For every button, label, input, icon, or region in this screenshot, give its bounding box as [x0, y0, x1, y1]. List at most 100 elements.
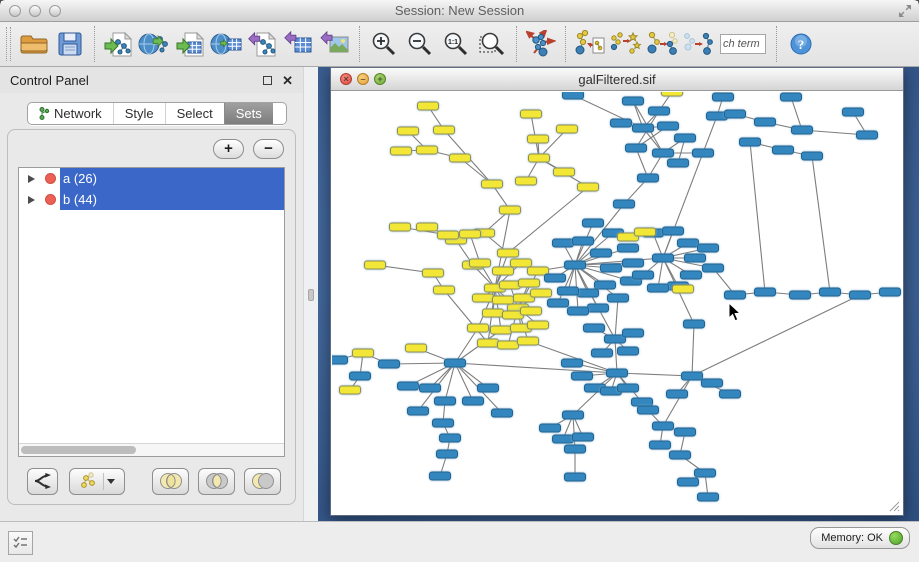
graph-node[interactable]	[653, 254, 674, 262]
graph-node[interactable]	[563, 92, 584, 99]
graph-node[interactable]	[698, 244, 719, 252]
graph-node[interactable]	[588, 304, 609, 312]
network-frame-titlebar[interactable]: × – + galFiltered.sif	[331, 68, 903, 91]
graph-node[interactable]	[511, 259, 532, 267]
graph-node[interactable]	[492, 409, 513, 417]
graph-node[interactable]	[725, 110, 746, 118]
task-history-button[interactable]	[8, 531, 33, 555]
graph-node[interactable]	[591, 249, 612, 257]
graph-node[interactable]	[565, 261, 586, 269]
expander-icon[interactable]	[19, 196, 43, 204]
graph-node[interactable]	[618, 244, 639, 252]
graph-node[interactable]	[781, 93, 802, 101]
graph-node[interactable]	[618, 384, 639, 392]
graph-node[interactable]	[684, 320, 705, 328]
graph-node[interactable]	[518, 337, 539, 345]
network-canvas[interactable]	[332, 92, 902, 514]
graph-node[interactable]	[491, 326, 512, 334]
graph-node[interactable]	[650, 441, 671, 449]
float-panel-icon[interactable]	[263, 76, 272, 85]
graph-node[interactable]	[473, 294, 494, 302]
graph-node[interactable]	[500, 281, 521, 289]
set-row-b[interactable]: b (44)	[19, 189, 284, 210]
fade-unselected-button[interactable]	[680, 25, 716, 63]
graph-node[interactable]	[493, 296, 514, 304]
graph-node[interactable]	[434, 126, 455, 134]
zoom-in-button[interactable]	[366, 25, 402, 63]
graph-node[interactable]	[350, 372, 371, 380]
graph-node[interactable]	[521, 110, 542, 118]
expander-icon[interactable]	[19, 175, 43, 183]
graph-node[interactable]	[450, 154, 471, 162]
graph-node[interactable]	[437, 450, 458, 458]
graph-node[interactable]	[433, 419, 454, 427]
graph-node[interactable]	[531, 289, 552, 297]
graph-node[interactable]	[460, 230, 481, 238]
graph-node[interactable]	[568, 307, 589, 315]
graph-node[interactable]	[420, 384, 441, 392]
zoom-fit-selected-button[interactable]	[474, 25, 510, 63]
graph-node[interactable]	[703, 264, 724, 272]
graph-node[interactable]	[565, 445, 586, 453]
graph-node[interactable]	[583, 219, 604, 227]
frame-close-icon[interactable]: ×	[340, 73, 352, 85]
search-input[interactable]	[720, 34, 766, 54]
graph-node[interactable]	[595, 281, 616, 289]
graph-node[interactable]	[614, 200, 635, 208]
select-from-reference-button[interactable]	[608, 25, 644, 63]
graph-node[interactable]	[698, 493, 719, 501]
graph-node[interactable]	[675, 134, 696, 142]
minimize-window-icon[interactable]	[29, 5, 41, 17]
collapse-handle-icon[interactable]	[308, 289, 314, 301]
export-network-button[interactable]	[245, 25, 281, 63]
graph-node[interactable]	[663, 227, 684, 235]
graph-node[interactable]	[418, 102, 439, 110]
graph-node[interactable]	[554, 168, 575, 176]
graph-node[interactable]	[618, 347, 639, 355]
graph-node[interactable]	[435, 397, 456, 405]
import-table-file-button[interactable]	[173, 25, 209, 63]
graph-node[interactable]	[365, 261, 386, 269]
graph-node[interactable]	[478, 384, 499, 392]
export-image-button[interactable]	[317, 25, 353, 63]
graph-node[interactable]	[792, 126, 813, 134]
graph-node[interactable]	[755, 288, 776, 296]
graph-node[interactable]	[635, 228, 656, 236]
graph-node[interactable]	[528, 267, 549, 275]
graph-node[interactable]	[670, 451, 691, 459]
close-window-icon[interactable]	[9, 5, 21, 17]
graph-node[interactable]	[540, 424, 561, 432]
resize-grip-icon[interactable]	[886, 498, 900, 512]
graph-node[interactable]	[675, 428, 696, 436]
graph-node[interactable]	[755, 118, 776, 126]
frame-maximize-icon[interactable]: +	[374, 73, 386, 85]
graph-node[interactable]	[702, 379, 723, 387]
graph-node[interactable]	[607, 369, 628, 377]
toolbar-grip[interactable]	[6, 27, 11, 61]
graph-node[interactable]	[626, 144, 647, 152]
graph-node[interactable]	[493, 267, 514, 275]
import-network-web-button[interactable]	[137, 25, 173, 63]
graph-node[interactable]	[623, 97, 644, 105]
tab-select[interactable]: Select	[165, 103, 224, 124]
network-frame[interactable]: × – + galFiltered.sif	[330, 67, 904, 516]
window-titlebar[interactable]: Session: New Session	[0, 0, 919, 22]
graph-node[interactable]	[573, 433, 594, 441]
split-set-button[interactable]	[27, 468, 58, 495]
graph-node[interactable]	[673, 285, 694, 293]
graph-node[interactable]	[725, 291, 746, 299]
graph-node[interactable]	[440, 434, 461, 442]
graph-node[interactable]	[682, 372, 703, 380]
graph-node[interactable]	[379, 360, 400, 368]
graph-node[interactable]	[850, 291, 871, 299]
graph-node[interactable]	[572, 372, 593, 380]
zoom-window-icon[interactable]	[49, 5, 61, 17]
graph-node[interactable]	[843, 108, 864, 116]
graph-node[interactable]	[548, 299, 569, 307]
graph-node[interactable]	[563, 411, 584, 419]
graph-node[interactable]	[519, 279, 540, 287]
graph-node[interactable]	[398, 382, 419, 390]
graph-node[interactable]	[516, 177, 537, 185]
graph-node[interactable]	[417, 146, 438, 154]
graph-node[interactable]	[353, 349, 374, 357]
